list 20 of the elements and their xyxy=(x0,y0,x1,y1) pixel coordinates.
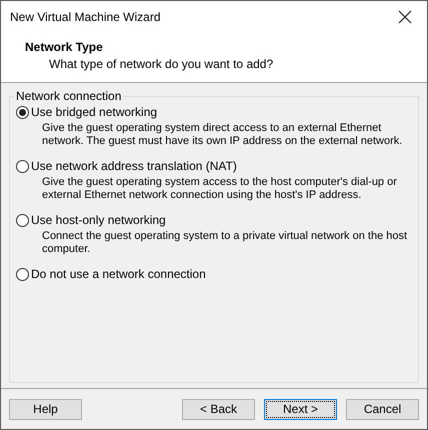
option-description: Give the guest operating system access to the host computer's dial-up or external Ethernet network connection using the host's IP address. xyxy=(41,176,398,202)
option-label[interactable]: Use host-only networking xyxy=(31,213,166,227)
option-label[interactable]: Use network address translation (NAT) xyxy=(31,159,237,173)
dialog-button[interactable]: Help xyxy=(9,398,82,420)
radio-button[interactable] xyxy=(16,268,29,280)
page-title: Network Type xyxy=(25,40,104,54)
dialog-button[interactable]: < Back xyxy=(182,398,255,420)
radio-button[interactable] xyxy=(16,160,29,172)
group-label: Network connection xyxy=(15,89,122,103)
dialog-button[interactable]: Cancel xyxy=(346,398,419,420)
dialog-button[interactable]: Next > xyxy=(264,398,337,420)
option-description: Connect the guest operating system to a private virtual network on the host computer. xyxy=(41,230,408,256)
radio-button[interactable] xyxy=(16,106,29,118)
radio-button[interactable] xyxy=(16,214,29,226)
option-description: Give the guest operating system direct access to an external Ethernet network. The guest must have its own IP address on the external network. xyxy=(41,122,404,148)
close-icon xyxy=(398,10,412,24)
option-label[interactable]: Do not use a network connection xyxy=(31,267,206,281)
option-label[interactable]: Use bridged networking xyxy=(31,105,158,119)
window-title: New Virtual Machine Wizard xyxy=(10,10,160,24)
page-subtitle: What type of network do you want to add? xyxy=(48,57,274,71)
